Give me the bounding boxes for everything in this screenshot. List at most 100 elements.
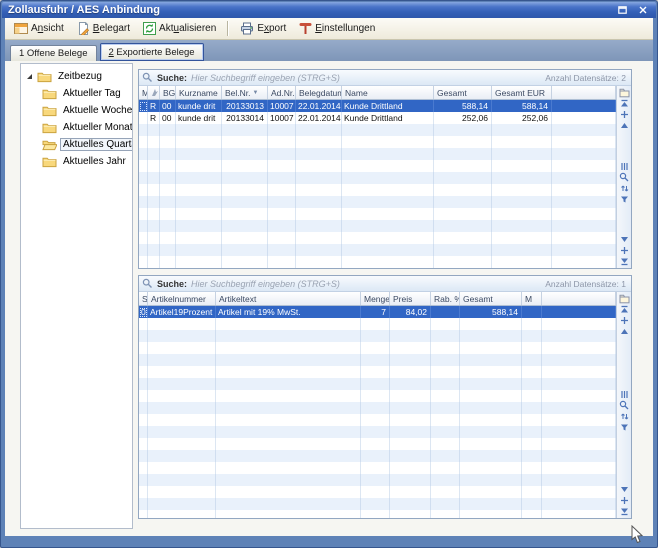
scroll-marker-down-icon[interactable] [618, 245, 631, 256]
table-cell [342, 172, 434, 184]
toolbar-button-einstellungen[interactable]: Einstellungen [293, 20, 381, 38]
toolbar-button-export[interactable]: Export [234, 20, 292, 38]
tree-item-aktueller-monat[interactable]: Aktueller Monat [21, 119, 132, 136]
column-header-blank[interactable] [552, 86, 616, 99]
grid-search-icon[interactable] [618, 172, 631, 183]
table-cell [460, 450, 522, 462]
table-cell [342, 148, 434, 160]
sort-icon[interactable] [618, 183, 631, 194]
table-cell [268, 184, 296, 196]
table-cell [460, 342, 522, 354]
column-header-menge[interactable]: Menge [361, 292, 390, 305]
empty-row [139, 232, 616, 244]
tab-2-exportierte-belege[interactable]: 2 Exportierte Belege [100, 43, 204, 61]
table-cell [492, 220, 552, 232]
record-count: Anzahl Datensätze: 1 [545, 279, 628, 289]
scroll-marker-up-icon[interactable] [618, 109, 631, 120]
table-cell [460, 366, 522, 378]
toolbar-button-ansicht[interactable]: Ansicht [8, 20, 70, 38]
tree-item-aktueller-tag[interactable]: Aktueller Tag [21, 85, 132, 102]
table-cell [522, 390, 542, 402]
search-icon [142, 72, 153, 83]
table-cell [542, 354, 616, 366]
expander-icon[interactable] [25, 72, 34, 81]
grid-body: 0Artikel19ProzentArtikel mit 19% MwSt.78… [139, 306, 616, 518]
table-cell [542, 414, 616, 426]
column-header-blank[interactable] [148, 86, 160, 99]
column-header-gesamt[interactable]: Gesamt [460, 292, 522, 305]
table-cell [222, 172, 268, 184]
table-row[interactable]: R00kunde drit201330141000722.01.2014Kund… [139, 112, 616, 124]
table-cell [522, 510, 542, 518]
column-header-m[interactable]: M [139, 86, 148, 99]
tree-item-aktuelles-jahr[interactable]: Aktuelles Jahr [21, 153, 132, 170]
scroll-down-icon[interactable] [618, 484, 631, 495]
table-cell [222, 196, 268, 208]
table-cell [148, 160, 160, 172]
toolbar-button-belegart[interactable]: Belegart [71, 20, 136, 38]
column-header-ad-nr[interactable]: Ad.Nr. [268, 86, 296, 99]
table-cell [148, 208, 160, 220]
columns-icon[interactable] [618, 389, 631, 400]
tree-item-zeitbezug[interactable]: Zeitbezug [21, 68, 132, 85]
table-row[interactable]: 0Artikel19ProzentArtikel mit 19% MwSt.78… [139, 306, 616, 318]
grid-search-icon[interactable] [618, 400, 631, 411]
sort-icon[interactable] [618, 411, 631, 422]
column-header-blank[interactable] [542, 292, 616, 305]
filter-icon[interactable] [618, 422, 631, 433]
table-cell [542, 342, 616, 354]
restore-button[interactable] [615, 4, 630, 16]
table-cell [176, 220, 222, 232]
scroll-up-icon[interactable] [618, 326, 631, 337]
scroll-up-icon[interactable] [618, 120, 631, 131]
table-cell [552, 232, 616, 244]
table-cell [139, 510, 148, 518]
table-cell [160, 160, 176, 172]
tree-item-aktuelles-quartal[interactable]: Aktuelles Quartal [21, 136, 132, 153]
table-cell [160, 196, 176, 208]
column-header-gesamt-eur[interactable]: Gesamt EUR [492, 86, 552, 99]
scroll-bottom-icon[interactable] [618, 256, 631, 267]
table-cell [434, 208, 492, 220]
table-cell [390, 426, 431, 438]
table-cell [222, 160, 268, 172]
column-header-bel-nr[interactable]: Bel.Nr.▼ [222, 86, 268, 99]
close-button[interactable] [635, 4, 650, 16]
column-header-belegdatum[interactable]: Belegdatum [296, 86, 342, 99]
table-cell: Artikel19Prozent [148, 306, 216, 318]
tree-item-label: Zeitbezug [55, 70, 105, 83]
column-header-gesamt[interactable]: Gesamt [434, 86, 492, 99]
scroll-bottom-icon[interactable] [618, 506, 631, 517]
search-bar[interactable]: Suche:Hier Suchbegriff eingeben (STRG+S)… [139, 276, 631, 292]
tab-1-offene-belege[interactable]: 1 Offene Belege [10, 45, 97, 61]
customize-icon[interactable] [618, 87, 631, 98]
column-header-name[interactable]: Name [342, 86, 434, 99]
column-header-m[interactable]: M [522, 292, 542, 305]
toolbar-button-aktualisieren[interactable]: Aktualisieren [137, 20, 222, 38]
scroll-marker-down-icon[interactable] [618, 495, 631, 506]
table-row[interactable]: R00kunde drit201330131000722.01.2014Kund… [139, 100, 616, 112]
columns-icon[interactable] [618, 161, 631, 172]
table-cell [434, 220, 492, 232]
tree-item-aktuelle-woche[interactable]: Aktuelle Woche [21, 102, 132, 119]
column-header-kurzname[interactable]: Kurzname [176, 86, 222, 99]
scroll-down-icon[interactable] [618, 234, 631, 245]
column-header-rab[interactable]: Rab. % [431, 292, 460, 305]
table-cell [552, 172, 616, 184]
table-cell [342, 220, 434, 232]
table-cell [542, 426, 616, 438]
column-header-s[interactable]: S [139, 292, 148, 305]
scroll-top-icon[interactable] [618, 304, 631, 315]
column-header-artikelnummer[interactable]: Artikelnummer [148, 292, 216, 305]
table-cell [216, 510, 361, 518]
customize-icon[interactable] [618, 293, 631, 304]
scroll-marker-up-icon[interactable] [618, 315, 631, 326]
column-header-preis[interactable]: Preis [390, 292, 431, 305]
column-header-bg[interactable]: BG [160, 86, 176, 99]
scroll-top-icon[interactable] [618, 98, 631, 109]
table-cell [542, 486, 616, 498]
search-bar[interactable]: Suche:Hier Suchbegriff eingeben (STRG+S)… [139, 70, 631, 86]
filter-icon[interactable] [618, 194, 631, 205]
column-header-artikeltext[interactable]: Artikeltext [216, 292, 361, 305]
table-cell [342, 124, 434, 136]
